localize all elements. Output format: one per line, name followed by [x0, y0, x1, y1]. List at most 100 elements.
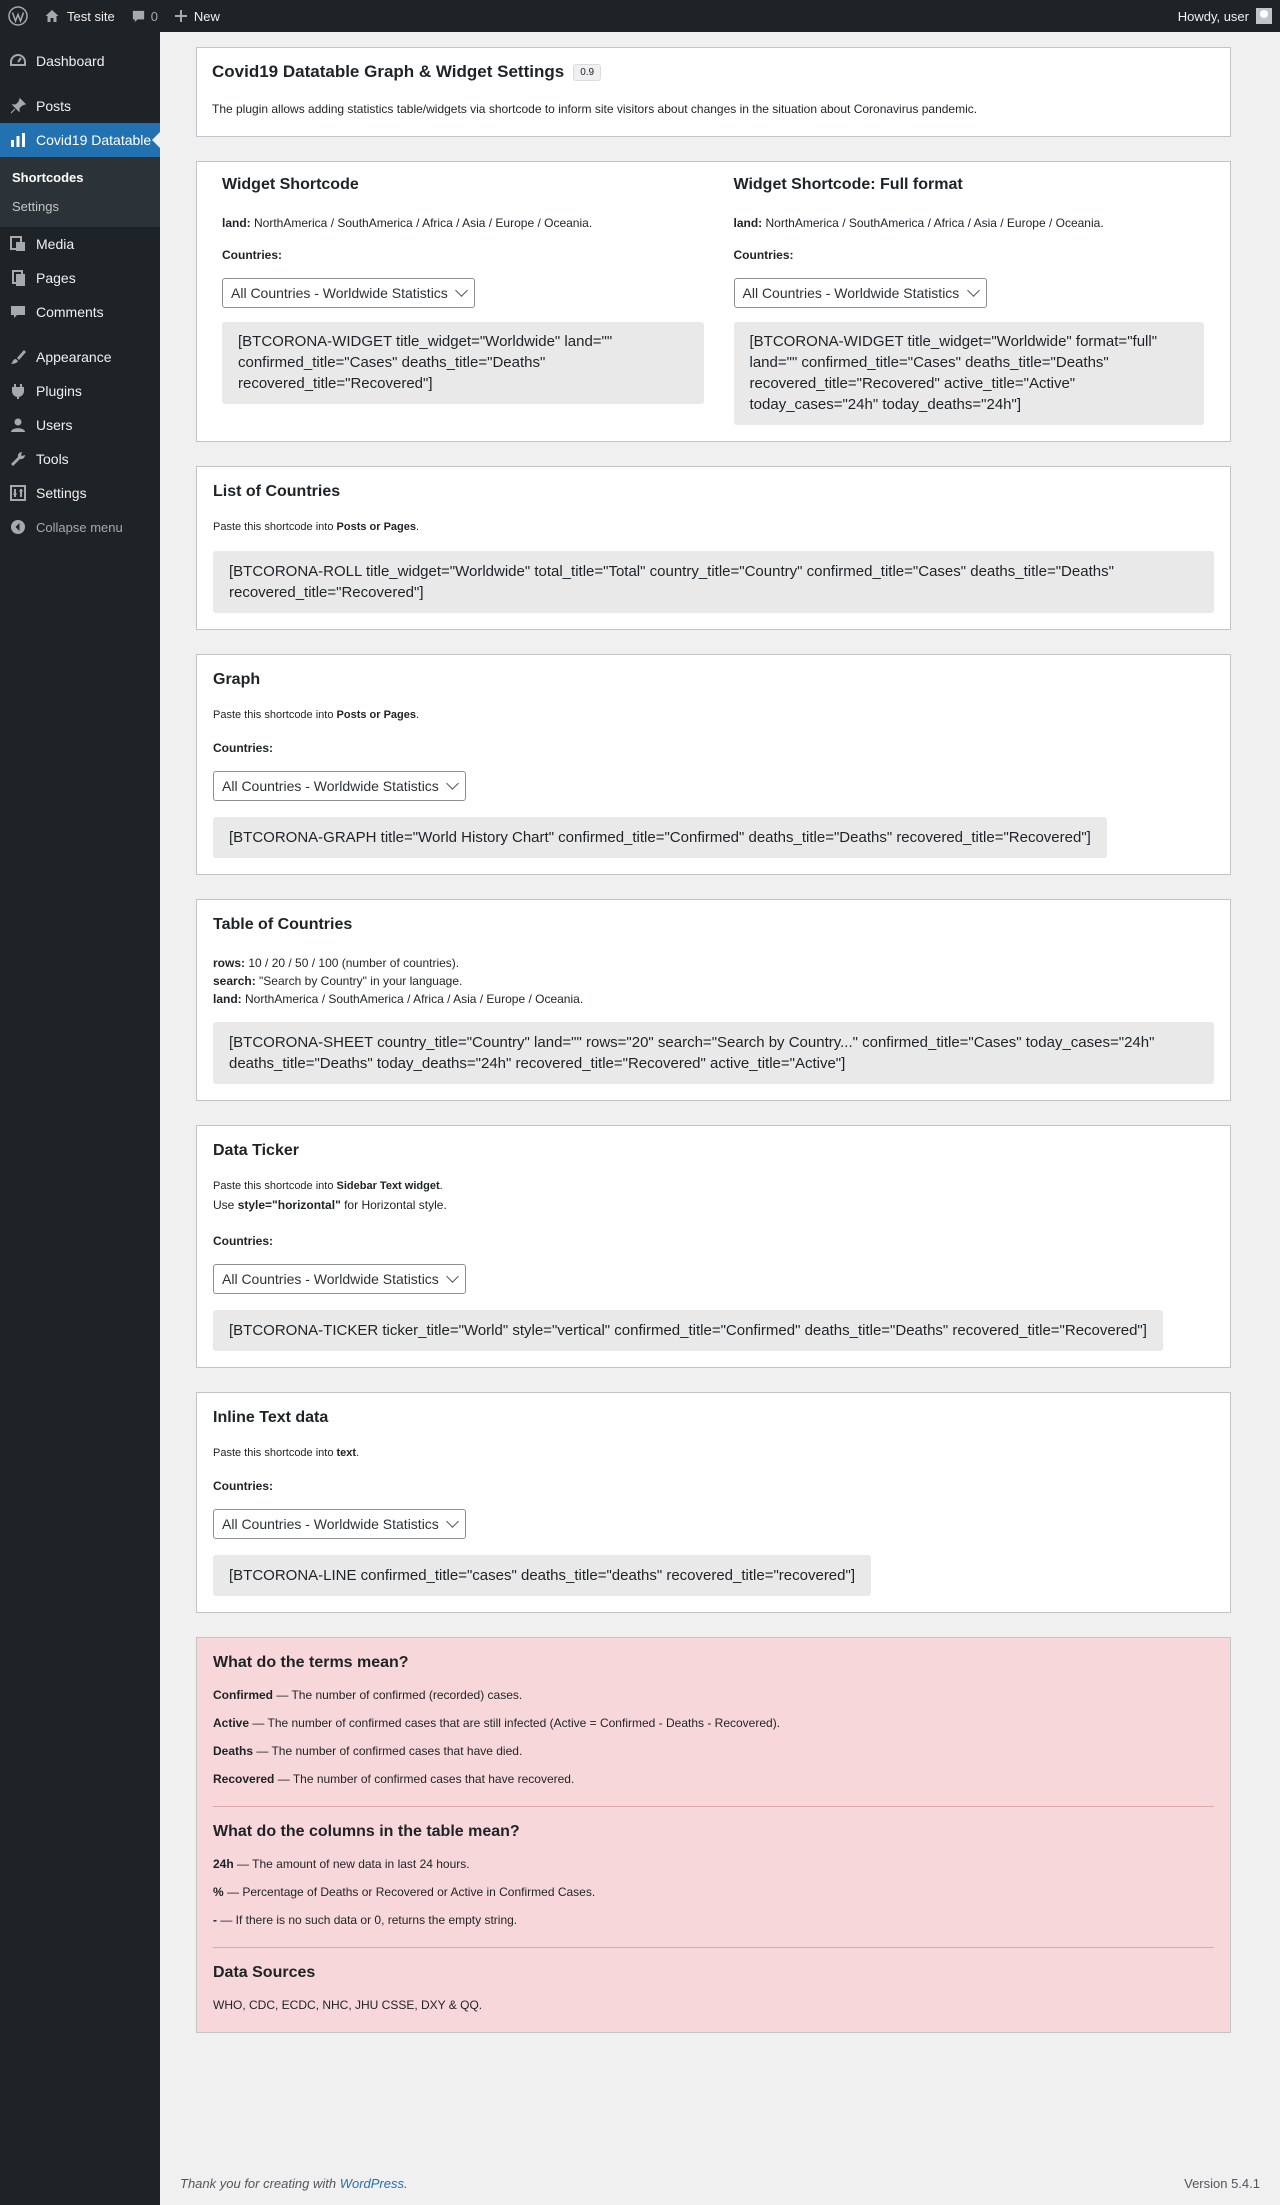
divider: [213, 1806, 1214, 1807]
user-icon: [8, 415, 28, 435]
term-recovered: Recovered — The number of confirmed case…: [213, 1772, 1214, 1786]
sidebar-item-comments[interactable]: Comments: [0, 295, 160, 329]
sidebar-item-dashboard[interactable]: Dashboard: [0, 44, 160, 78]
wordpress-link[interactable]: WordPress: [340, 2176, 404, 2191]
chevron-down-icon: [446, 777, 459, 790]
land-key: land:: [733, 216, 763, 230]
sidebar-item-plugins[interactable]: Plugins: [0, 374, 160, 408]
term-name: Confirmed: [213, 1688, 273, 1702]
select-value: All Countries - Worldwide Statistics: [742, 285, 960, 301]
inline-countries-select[interactable]: All Countries - Worldwide Statistics: [213, 1509, 466, 1539]
term-name: Deaths: [213, 1744, 254, 1758]
sidebar-item-pages[interactable]: Pages: [0, 261, 160, 295]
select-value: All Countries - Worldwide Statistics: [222, 1271, 439, 1287]
period: .: [356, 1447, 360, 1459]
main-content: Covid19 Datatable Graph & Widget Setting…: [196, 47, 1231, 2033]
inline-shortcode-code[interactable]: [BTCORONA-LINE confirmed_title="cases" d…: [213, 1555, 871, 1596]
land-value: NorthAmerica / SouthAmerica / Africa / A…: [241, 992, 584, 1006]
sidebar-item-covid19-datatable[interactable]: Covid19 Datatable: [0, 123, 160, 157]
land-value: NorthAmerica / SouthAmerica / Africa / A…: [250, 216, 593, 230]
term-desc: — The number of confirmed cases that hav…: [253, 1744, 523, 1758]
term-name: Active: [213, 1716, 250, 1730]
widget-shortcode-code[interactable]: [BTCORONA-WIDGET title_widget="Worldwide…: [222, 322, 704, 404]
countries-label: Countries:: [213, 741, 273, 755]
period: .: [416, 709, 420, 721]
table-of-countries-title: Table of Countries: [213, 916, 353, 933]
paste-target: Posts or Pages: [336, 521, 416, 533]
sidebar-item-posts[interactable]: Posts: [0, 89, 160, 123]
inline-text-card: Inline Text data Paste this shortcode in…: [196, 1392, 1231, 1613]
footer-thanks-text: Thank you for creating with: [180, 2176, 340, 2191]
countries-label: Countries:: [222, 248, 282, 262]
plugin-description: The plugin allows adding statistics tabl…: [212, 102, 978, 116]
footer-version: Version 5.4.1: [1184, 2176, 1260, 2191]
use-prefix: Use: [213, 1198, 238, 1212]
pages-icon: [8, 268, 28, 288]
terms-title: What do the terms mean?: [213, 1654, 409, 1671]
sidebar-item-label: Dashboard: [36, 53, 105, 69]
data-ticker-card: Data Ticker Paste this shortcode into Si…: [196, 1125, 1231, 1368]
sidebar-item-label: Media: [36, 236, 75, 252]
chevron-down-icon: [446, 1515, 459, 1528]
graph-countries-select[interactable]: All Countries - Worldwide Statistics: [213, 771, 466, 801]
term-name: 24h: [213, 1857, 234, 1871]
sidebar-item-label: Plugins: [36, 383, 82, 399]
ticker-shortcode-code[interactable]: [BTCORONA-TICKER ticker_title="World" st…: [213, 1310, 1163, 1351]
new-content-link[interactable]: New: [166, 0, 228, 32]
term-desc: — Percentage of Deaths or Recovered or A…: [223, 1885, 596, 1899]
sidebar-item-users[interactable]: Users: [0, 408, 160, 442]
term-name: Recovered: [213, 1772, 275, 1786]
my-account-link[interactable]: Howdy, user: [1170, 0, 1280, 32]
site-name-link[interactable]: Test site: [36, 0, 123, 32]
term-desc: — The amount of new data in last 24 hour…: [233, 1857, 470, 1871]
page-title: Covid19 Datatable Graph & Widget Setting…: [212, 62, 1215, 82]
style-help: Use style="horizontal" for Horizontal st…: [213, 1196, 1214, 1214]
site-name: Test site: [67, 8, 115, 24]
comments-link[interactable]: 0: [123, 0, 166, 32]
widget-full-shortcode-code[interactable]: [BTCORONA-WIDGET title_widget="Worldwide…: [733, 322, 1204, 425]
graph-shortcode-code[interactable]: [BTCORONA-GRAPH title="World History Cha…: [213, 817, 1107, 858]
comment-bubble-icon: [132, 10, 144, 22]
wrench-icon: [8, 449, 28, 469]
period: .: [416, 521, 420, 533]
widget-full-shortcode-title: Widget Shortcode: Full format: [733, 176, 963, 193]
settings-sliders-icon: [8, 483, 28, 503]
widget-countries-select[interactable]: All Countries - Worldwide Statistics: [222, 278, 475, 308]
paste-help: Paste this shortcode into Posts or Pages…: [213, 521, 1214, 533]
submenu-item-settings[interactable]: Settings: [0, 192, 160, 221]
sidebar-item-media[interactable]: Media: [0, 227, 160, 261]
comments-count: 0: [150, 8, 158, 24]
collapse-menu-button[interactable]: Collapse menu: [0, 510, 160, 544]
sidebar-item-tools[interactable]: Tools: [0, 442, 160, 476]
wordpress-logo-icon[interactable]: [0, 0, 36, 32]
rows-value: 10 / 20 / 50 / 100 (number of countries)…: [245, 956, 460, 970]
widget-full-countries-select[interactable]: All Countries - Worldwide Statistics: [733, 278, 987, 308]
data-ticker-title: Data Ticker: [213, 1142, 299, 1159]
plug-icon: [8, 381, 28, 401]
list-of-countries-title: List of Countries: [213, 483, 341, 500]
avatar: [1256, 8, 1272, 24]
ticker-countries-select[interactable]: All Countries - Worldwide Statistics: [213, 1264, 466, 1294]
sidebar-item-label: Tools: [36, 451, 69, 467]
plugin-header-card: Covid19 Datatable Graph & Widget Setting…: [196, 47, 1231, 137]
paintbrush-icon: [8, 347, 28, 367]
countries-label: Countries:: [213, 1234, 273, 1248]
search-help: search: "Search by Country" in your lang…: [213, 972, 1214, 990]
howdy-text: Howdy, user: [1177, 8, 1249, 24]
use-suffix: for Horizontal style.: [340, 1198, 447, 1212]
submenu-item-shortcodes[interactable]: Shortcodes: [0, 163, 160, 192]
sidebar-item-appearance[interactable]: Appearance: [0, 340, 160, 374]
land-value: NorthAmerica / SouthAmerica / Africa / A…: [762, 216, 1104, 230]
term-desc: — The number of confirmed (recorded) cas…: [273, 1688, 523, 1702]
pushpin-icon: [8, 96, 28, 116]
list-shortcode-code[interactable]: [BTCORONA-ROLL title_widget="Worldwide" …: [213, 551, 1214, 613]
column-24h: 24h — The amount of new data in last 24 …: [213, 1857, 1214, 1871]
period: .: [439, 1180, 443, 1192]
sidebar-item-label: Users: [36, 417, 73, 433]
table-shortcode-code[interactable]: [BTCORONA-SHEET country_title="Country" …: [213, 1022, 1214, 1084]
sidebar-item-settings[interactable]: Settings: [0, 476, 160, 510]
term-desc: — The number of confirmed cases that are…: [249, 1716, 781, 1730]
sidebar-item-label: Posts: [36, 98, 72, 114]
select-value: All Countries - Worldwide Statistics: [222, 1516, 439, 1532]
paste-target: Sidebar Text widget: [336, 1180, 440, 1192]
